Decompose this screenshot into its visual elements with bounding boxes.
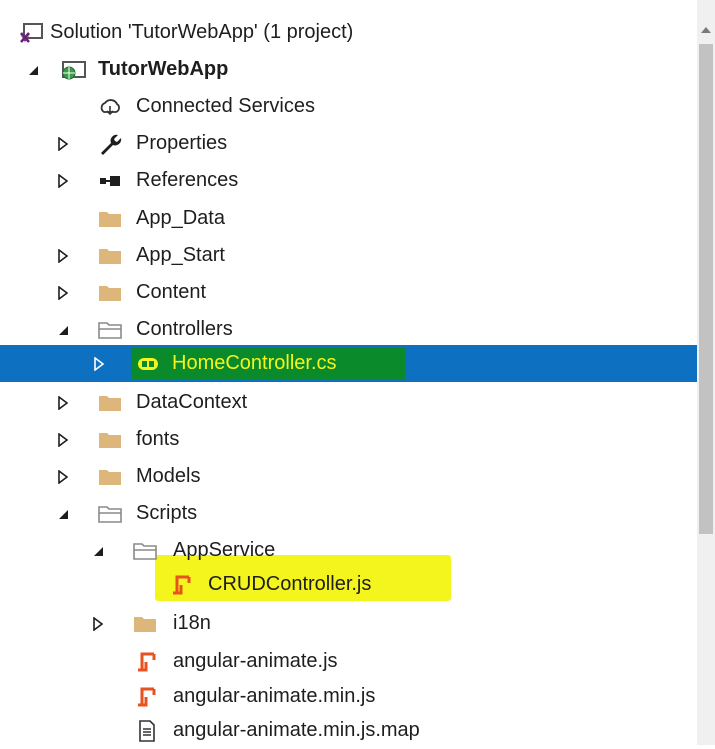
folder-icon: [95, 421, 125, 458]
tree-item-solution[interactable]: Solution 'TutorWebApp' (1 project): [0, 14, 697, 51]
solution-icon: [16, 14, 46, 51]
web-project-icon: [58, 51, 88, 88]
chevron-expanded-icon[interactable]: [25, 51, 41, 88]
folder-icon: [130, 605, 160, 642]
tree-item-references[interactable]: References: [0, 162, 697, 199]
tree-item-angular-animate-min-js[interactable]: angular-animate.min.js: [0, 678, 697, 715]
tree-item-datacontext[interactable]: DataContext: [0, 384, 697, 421]
scroll-up-arrow-icon[interactable]: [697, 22, 715, 38]
references-icon: [95, 162, 125, 199]
tree-item-label: App_Data: [136, 207, 225, 229]
solution-explorer-tree: Solution 'TutorWebApp' (1 project) Tutor…: [0, 0, 697, 745]
folder-icon: [95, 237, 125, 274]
tree-item-angular-animate-js[interactable]: angular-animate.js: [0, 643, 697, 680]
chevron-collapsed-icon[interactable]: [55, 162, 71, 199]
tree-item-label: Content: [136, 281, 207, 303]
vertical-scrollbar[interactable]: [697, 0, 715, 745]
tree-item-fonts[interactable]: fonts: [0, 421, 697, 458]
tree-item-project[interactable]: TutorWebApp: [0, 51, 697, 88]
chevron-expanded-icon[interactable]: [90, 532, 106, 569]
tree-item-label: CRUDController.js: [208, 573, 372, 595]
tree-item-i18n[interactable]: i18n: [0, 605, 697, 642]
tree-item-crudcontroller[interactable]: CRUDController.js: [0, 566, 697, 603]
tree-item-label: DataContext: [136, 391, 248, 413]
tree-item-app-start[interactable]: App_Start: [0, 237, 697, 274]
tree-item-label: Solution 'TutorWebApp' (1 project): [50, 21, 354, 43]
tree-item-label: fonts: [136, 428, 180, 450]
folder-icon: [95, 274, 125, 311]
connected-services-icon: [95, 88, 125, 125]
tree-item-label: Controllers: [136, 318, 233, 340]
tree-item-appservice[interactable]: AppService: [0, 532, 697, 569]
chevron-collapsed-icon[interactable]: [55, 421, 71, 458]
tree-item-label: angular-animate.min.js: [173, 685, 376, 707]
map-file-icon: [132, 712, 162, 749]
tree-item-scripts[interactable]: Scripts: [0, 495, 697, 532]
tree-item-home-controller[interactable]: HomeController.cs: [0, 345, 697, 382]
tree-item-angular-animate-min-js-map[interactable]: angular-animate.min.js.map: [0, 712, 697, 749]
js-file-icon: [132, 643, 162, 680]
tree-item-controllers[interactable]: Controllers: [0, 311, 697, 348]
tree-item-label: Properties: [136, 132, 228, 154]
chevron-expanded-icon[interactable]: [55, 311, 71, 348]
scrollbar-thumb[interactable]: [699, 44, 713, 534]
chevron-expanded-icon[interactable]: [55, 495, 71, 532]
tree-item-content[interactable]: Content: [0, 274, 697, 311]
wrench-icon: [95, 125, 125, 162]
tree-item-label: App_Start: [136, 244, 225, 266]
tree-item-label: TutorWebApp: [98, 58, 229, 80]
tree-item-label: i18n: [173, 612, 211, 634]
tree-item-label: Models: [136, 465, 201, 487]
folder-open-icon: [130, 532, 160, 569]
tree-item-label: Scripts: [136, 502, 198, 524]
tree-item-properties[interactable]: Properties: [0, 125, 697, 162]
chevron-collapsed-icon[interactable]: [55, 384, 71, 421]
js-file-icon: [132, 678, 162, 715]
folder-icon: [95, 458, 125, 495]
chevron-collapsed-icon[interactable]: [91, 345, 107, 382]
folder-icon: [95, 384, 125, 421]
chevron-collapsed-icon[interactable]: [90, 605, 106, 642]
chevron-collapsed-icon[interactable]: [55, 237, 71, 274]
tree-item-label: Connected Services: [136, 95, 315, 117]
tree-item-app-data[interactable]: App_Data: [0, 200, 697, 237]
folder-open-icon: [95, 311, 125, 348]
tree-item-connected-services[interactable]: Connected Services: [0, 88, 697, 125]
folder-icon: [95, 200, 125, 237]
tree-item-label: AppService: [173, 539, 276, 561]
tree-item-label: References: [136, 169, 239, 191]
chevron-collapsed-icon[interactable]: [55, 458, 71, 495]
tree-item-models[interactable]: Models: [0, 458, 697, 495]
js-file-icon: [167, 566, 197, 603]
chevron-collapsed-icon[interactable]: [55, 274, 71, 311]
chevron-collapsed-icon[interactable]: [55, 125, 71, 162]
folder-open-icon: [95, 495, 125, 532]
tree-item-label: angular-animate.js: [173, 650, 338, 672]
csharp-class-icon: [133, 345, 163, 382]
tree-item-label: HomeController.cs: [172, 352, 337, 374]
tree-item-label: angular-animate.min.js.map: [173, 719, 420, 741]
